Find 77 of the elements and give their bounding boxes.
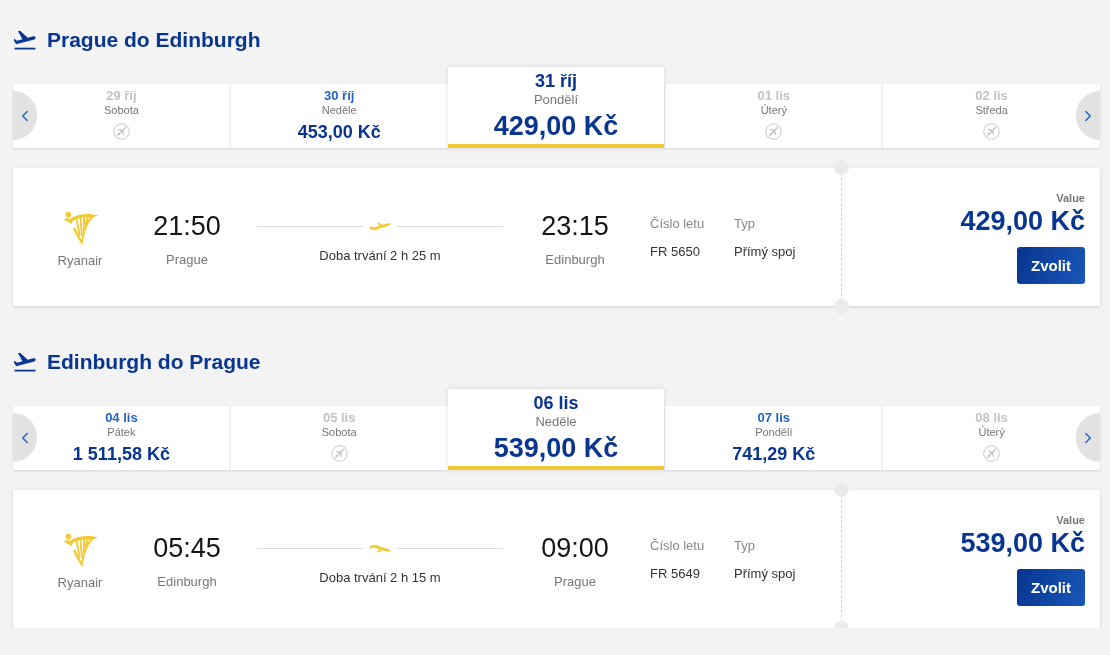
arrival-time: 23:15 <box>541 210 609 242</box>
harp-logo-icon <box>61 532 99 569</box>
date-tab[interactable]: 31 říj Pondělí 429,00 Kč <box>447 67 665 148</box>
route-title: Edinburgh do Prague <box>47 350 261 374</box>
date-tab[interactable]: 05 lis Sobota <box>229 406 448 470</box>
notch-icon <box>834 482 849 497</box>
harp-logo-icon <box>61 210 99 247</box>
date-price: 741,29 Kč <box>732 443 816 465</box>
airline-name: Ryanair <box>57 575 103 591</box>
date-price: 429,00 Kč <box>493 110 619 142</box>
date-tab[interactable]: 08 lis Úterý <box>882 406 1100 470</box>
arrival-city: Edinburgh <box>545 252 605 268</box>
date-tab[interactable]: 29 říj Sobota <box>13 84 230 148</box>
date-label: 30 říj <box>324 88 355 103</box>
date-tab[interactable]: 02 lis Středa <box>882 84 1100 148</box>
plane-takeoff-icon <box>14 352 36 372</box>
date-label: 05 lis <box>322 410 356 425</box>
weekday-label: Sobota <box>321 425 357 439</box>
weekday-label: Sobota <box>103 103 139 117</box>
crossed-plane-icon <box>983 445 1001 462</box>
departure-city: Prague <box>166 252 208 268</box>
notch-icon <box>834 160 849 175</box>
flight-duration: Doba trvání 2 h 15 m <box>319 570 441 586</box>
weekday-label: Pondělí <box>533 92 579 108</box>
date-label: 07 lis <box>757 410 791 425</box>
departure-city: Edinburgh <box>157 574 217 590</box>
date-price: 1 511,58 Kč <box>72 443 170 465</box>
flight-type-label: Typ <box>734 216 755 232</box>
airline-name: Ryanair <box>57 253 103 269</box>
date-tab[interactable]: 07 lis Pondělí 741,29 Kč <box>664 406 883 470</box>
flight-type: Přímý spoj <box>734 566 796 582</box>
date-tab[interactable]: 06 lis Neděle 539,00 Kč <box>447 389 665 470</box>
fare-price: 429,00 Kč <box>960 206 1085 236</box>
flight-number-label: Číslo letu <box>650 538 705 554</box>
crossed-plane-icon <box>112 123 130 140</box>
date-tab[interactable]: 01 lis Úterý <box>664 84 883 148</box>
weekday-label: Neděle <box>321 103 357 117</box>
date-price: 539,00 Kč <box>493 432 619 464</box>
date-label: 06 lis <box>533 392 579 414</box>
weekday-label: Neděle <box>535 414 577 430</box>
plane-takeoff-icon <box>369 220 391 232</box>
date-label: 02 lis <box>975 88 1008 103</box>
fare-label: Value <box>1056 513 1085 527</box>
date-label: 29 říj <box>106 88 137 103</box>
crossed-plane-icon <box>765 123 783 140</box>
crossed-plane-icon <box>983 123 1001 140</box>
date-label: 04 lis <box>105 410 138 425</box>
departure-time: 21:50 <box>153 210 221 242</box>
date-label: 08 lis <box>975 410 1008 425</box>
weekday-label: Pátek <box>107 425 136 439</box>
weekday-label: Úterý <box>978 425 1005 439</box>
flight-duration: Doba trvání 2 h 25 m <box>319 248 441 264</box>
date-label: 31 říj <box>534 70 577 92</box>
flight-type-label: Typ <box>734 538 755 554</box>
weekday-label: Pondělí <box>755 425 793 439</box>
arrival-time: 09:00 <box>541 532 609 564</box>
date-price: 453,00 Kč <box>297 121 381 143</box>
flight-type: Přímý spoj <box>734 244 796 260</box>
weekday-label: Úterý <box>760 103 787 117</box>
fare-price: 539,00 Kč <box>960 528 1085 558</box>
plane-takeoff-icon <box>14 30 36 50</box>
select-button[interactable]: Zvolit <box>1017 247 1085 284</box>
departure-time: 05:45 <box>153 532 221 564</box>
flight-number-label: Číslo letu <box>650 216 705 232</box>
date-tab[interactable]: 04 lis Pátek 1 511,58 Kč <box>13 406 230 470</box>
flight-number: FR 5650 <box>650 244 700 260</box>
crossed-plane-icon <box>330 445 348 462</box>
route-title: Prague do Edinburgh <box>47 28 261 52</box>
plane-landing-icon <box>369 542 391 554</box>
fare-label: Value <box>1056 191 1085 205</box>
date-label: 01 lis <box>757 88 791 103</box>
date-tab[interactable]: 30 říj Neděle 453,00 Kč <box>229 84 448 148</box>
notch-icon <box>834 299 849 314</box>
flight-number: FR 5649 <box>650 566 700 582</box>
weekday-label: Středa <box>975 103 1008 117</box>
arrival-city: Prague <box>554 574 596 590</box>
select-button[interactable]: Zvolit <box>1017 569 1085 606</box>
